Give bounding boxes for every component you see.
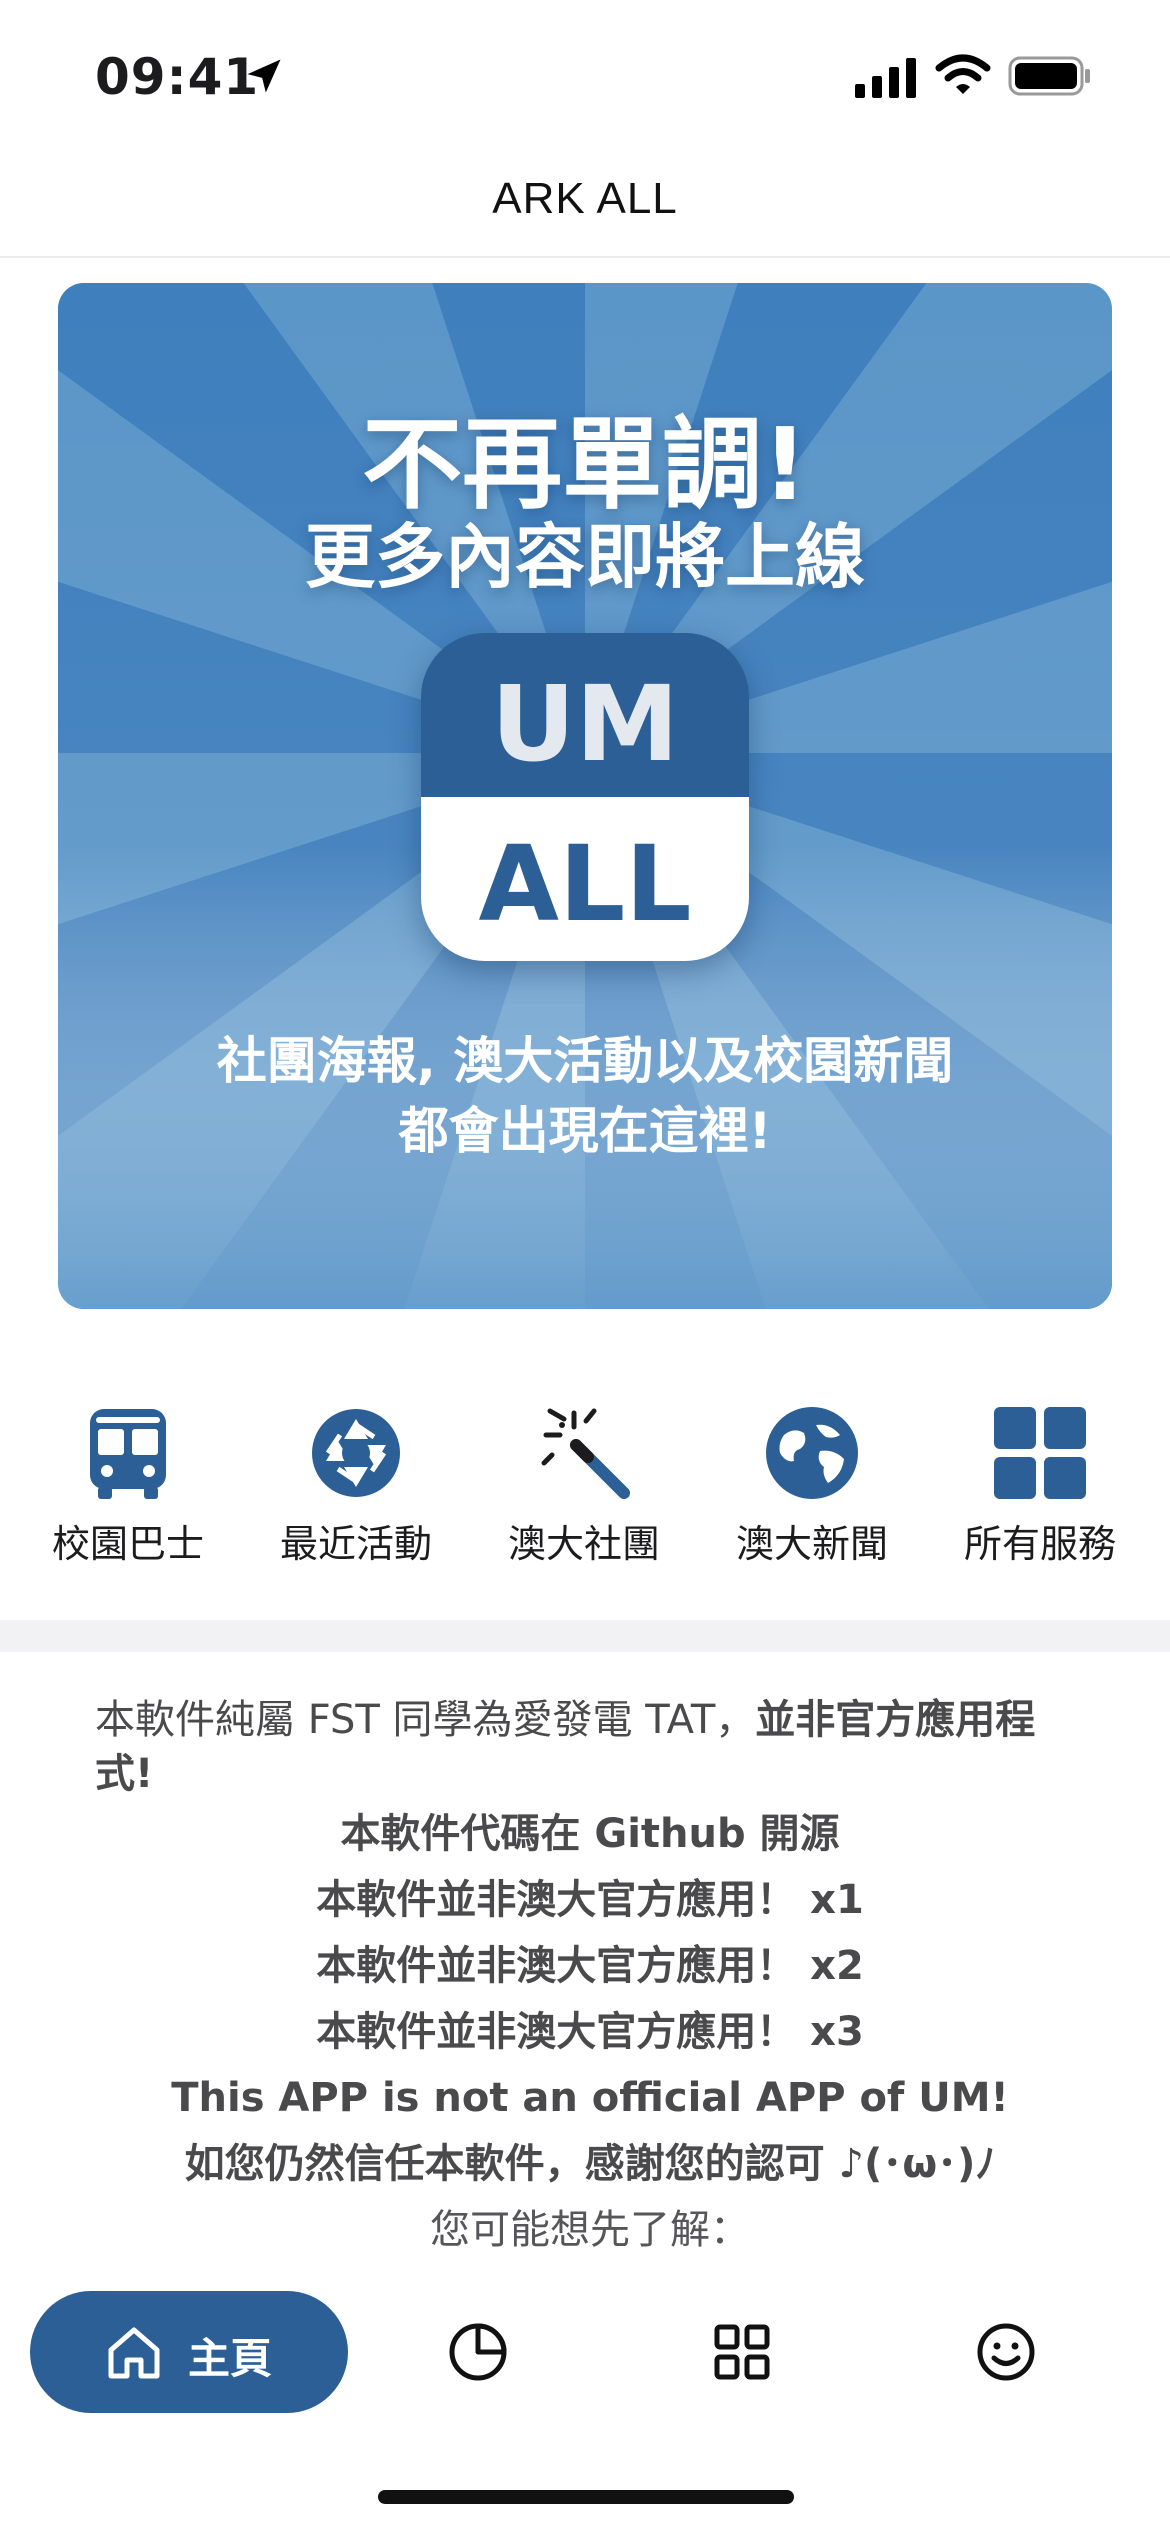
home-icon	[108, 2327, 160, 2379]
disclaimer-first-line: 本軟件純屬 FST 同學為愛發電 TAT，並非官方應用程式!	[95, 1693, 1085, 1801]
battery-icon	[1008, 56, 1090, 96]
magic-wand-icon	[541, 1408, 630, 1499]
apps-grid-icon[interactable]	[711, 2321, 773, 2383]
status-time: 09:41	[95, 48, 260, 106]
section-divider	[0, 1620, 1170, 1652]
disclaimer-normal-text: 本軟件純屬 FST 同學為愛發電 TAT，	[95, 1697, 756, 1743]
notice-last-line: 您可能想先了解：	[430, 2207, 750, 2253]
tab-home-label: 主頁	[188, 2334, 273, 2383]
service-label: 澳大新聞	[735, 1522, 888, 1566]
bus-icon	[90, 1409, 166, 1499]
service-label: 最近活動	[279, 1522, 432, 1566]
logo-um-text: UM	[491, 663, 679, 785]
service-um-clubs[interactable]: 澳大社團	[470, 1395, 698, 1575]
service-recent-events[interactable]: 最近活動	[242, 1395, 470, 1575]
signal-icon	[855, 58, 916, 98]
notice-line: 如您仍然信任本軟件，感謝您的認可 ♪(･ω･)ﾉ	[184, 2141, 996, 2187]
logo-all-text: ALL	[478, 823, 692, 945]
aperture-icon	[312, 1409, 400, 1497]
announcement-banner[interactable]: 不再單調! 更多內容即將上線 UM ALL 社團海報, 澳大活動以及校園新聞 都…	[58, 283, 1112, 1309]
services-row: 校園巴士 最近活動 澳大社團 澳大新聞 所有服務	[0, 1395, 1170, 1575]
nav-bar: ARK ALL	[0, 150, 1170, 258]
service-campus-bus[interactable]: 校園巴士	[14, 1395, 242, 1575]
um-all-logo: UM ALL	[421, 633, 749, 961]
status-bar: 09:41	[0, 0, 1170, 150]
globe-icon	[766, 1407, 858, 1499]
smiley-icon[interactable]	[975, 2321, 1037, 2383]
service-um-news[interactable]: 澳大新聞	[698, 1395, 926, 1575]
grid-icon	[994, 1407, 1086, 1499]
service-label: 校園巴士	[51, 1522, 204, 1566]
banner-caption-line1: 社團海報, 澳大活動以及校園新聞	[216, 1032, 954, 1090]
service-label: 澳大社團	[507, 1522, 660, 1566]
notice-line: 本軟件並非澳大官方應用！ x1	[316, 1877, 864, 1923]
notice-line: 本軟件並非澳大官方應用！ x2	[316, 1943, 864, 1989]
notice-line: This APP is not an official APP of UM!	[171, 2075, 1009, 2121]
wifi-icon	[935, 54, 991, 94]
service-label: 所有服務	[963, 1522, 1116, 1566]
disclaimer-notice: 本軟件純屬 FST 同學為愛發電 TAT，並非官方應用程式! 本軟件代碼在 Gi…	[95, 1693, 1085, 2263]
notice-line: 本軟件代碼在 Github 開源	[340, 1811, 840, 1857]
service-all-services[interactable]: 所有服務	[926, 1395, 1154, 1575]
home-indicator	[378, 2490, 794, 2504]
tab-home[interactable]: 主頁	[30, 2291, 348, 2413]
notice-line: 本軟件並非澳大官方應用！ x3	[316, 2009, 864, 2055]
location-arrow-icon	[247, 59, 281, 93]
banner-caption-line2: 都會出現在這裡!	[398, 1102, 772, 1160]
pie-chart-icon[interactable]	[447, 2321, 509, 2383]
banner-subtitle: 更多內容即將上線	[305, 516, 865, 598]
tab-bar: 主頁	[0, 2276, 1170, 2426]
page-title: ARK ALL	[492, 174, 678, 223]
